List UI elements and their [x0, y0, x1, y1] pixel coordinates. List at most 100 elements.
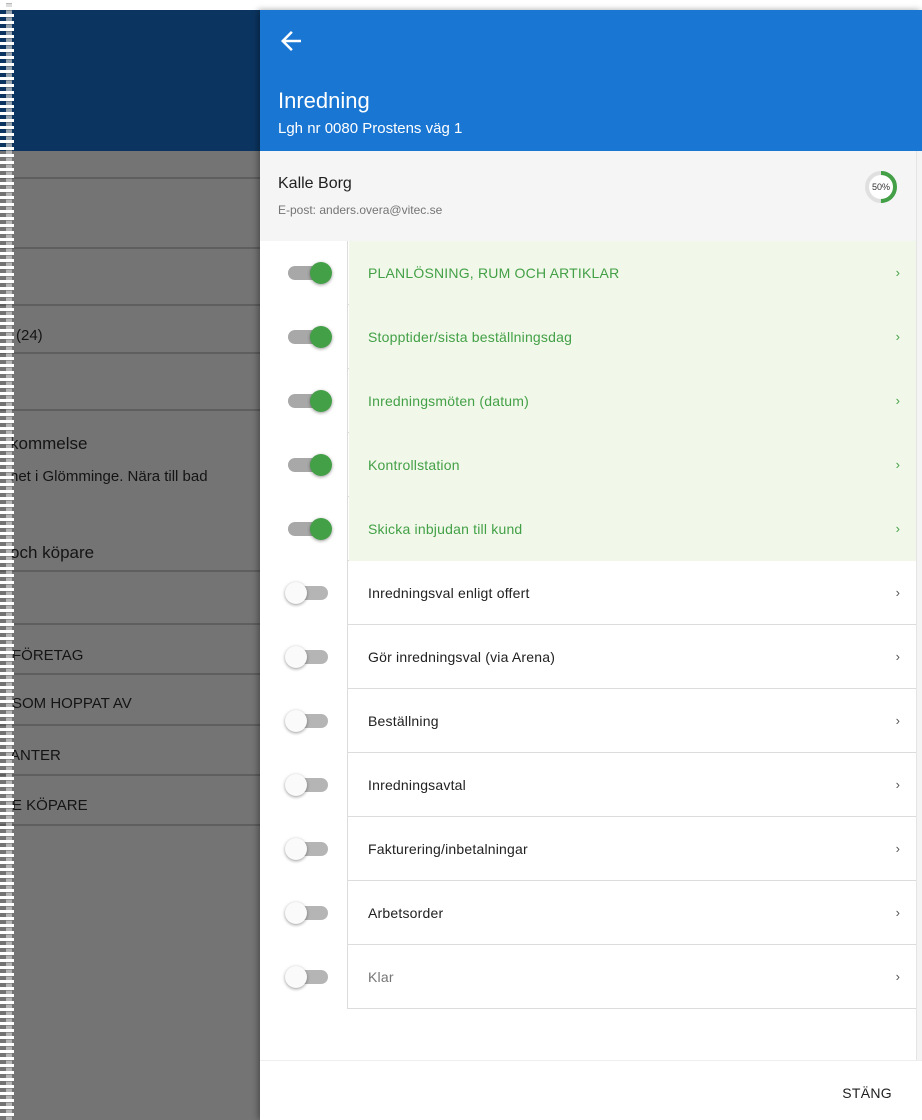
step-content[interactable]: Inredningsmöten (datum) › — [349, 369, 916, 433]
step-toggle-cell — [260, 305, 348, 369]
chevron-right-icon: › — [895, 457, 900, 472]
step-content[interactable]: Skicka inbjudan till kund › — [349, 497, 916, 561]
background-row: SOM HOPPAT AV — [12, 695, 132, 712]
step-content[interactable]: Klar › — [349, 945, 916, 1009]
background-divider — [0, 247, 260, 249]
close-button[interactable]: STÄNG — [842, 1085, 892, 1101]
step-list: PLANLÖSNING, RUM OCH ARTIKLAR › Stopptider… — [260, 241, 916, 1009]
step-row[interactable]: Inredningsavtal › — [260, 753, 916, 817]
toggle-thumb — [285, 966, 307, 988]
customer-name: Kalle Borg — [278, 175, 352, 192]
background-divider — [0, 623, 260, 625]
toggle-thumb — [310, 326, 332, 348]
step-label: Inredningsavtal — [368, 777, 466, 793]
step-toggle-cell — [260, 561, 348, 625]
step-label: Beställning — [368, 713, 439, 729]
step-row[interactable]: Stopptider/sista beställningsdag › — [260, 305, 916, 369]
step-row[interactable]: PLANLÖSNING, RUM OCH ARTIKLAR › — [260, 241, 916, 305]
step-toggle[interactable] — [285, 774, 328, 796]
customer-card: Kalle Borg E-post: anders.overa@vitec.se… — [260, 151, 916, 241]
background-header — [0, 10, 260, 151]
step-row[interactable]: Arbetsorder › — [260, 881, 916, 945]
panel-header: Inredning Lgh nr 0080 Prostens väg 1 — [260, 10, 922, 151]
arrow-left-icon — [281, 31, 301, 51]
scrollbar[interactable] — [916, 151, 922, 1061]
step-toggle[interactable] — [288, 390, 332, 412]
chevron-right-icon: › — [895, 393, 900, 408]
step-row[interactable]: Inredningsval enligt offert › — [260, 561, 916, 625]
background-divider — [0, 724, 260, 726]
back-button[interactable] — [276, 26, 306, 56]
background-divider — [0, 824, 260, 826]
step-toggle-cell — [260, 497, 348, 561]
step-content[interactable]: Fakturering/inbetalningar › — [349, 817, 916, 881]
chevron-right-icon: › — [895, 585, 900, 600]
chevron-right-icon: › — [895, 649, 900, 664]
step-label: Klar — [368, 969, 394, 985]
background-divider — [0, 304, 260, 306]
step-toggle[interactable] — [288, 454, 332, 476]
toggle-thumb — [285, 646, 307, 668]
chevron-right-icon: › — [895, 905, 900, 920]
step-toggle[interactable] — [285, 838, 328, 860]
step-content[interactable]: Gör inredningsval (via Arena) › — [349, 625, 916, 689]
step-row[interactable]: Fakturering/inbetalningar › — [260, 817, 916, 881]
torn-edge — [0, 0, 14, 1120]
chevron-right-icon: › — [895, 265, 900, 280]
step-row[interactable]: Skicka inbjudan till kund › — [260, 497, 916, 561]
step-toggle-cell — [260, 625, 348, 689]
step-toggle[interactable] — [288, 262, 332, 284]
step-label: Inredningsmöten (datum) — [368, 393, 530, 409]
step-content[interactable]: Kontrollstation › — [349, 433, 916, 497]
background-divider — [0, 673, 260, 675]
step-content[interactable]: Inredningsavtal › — [349, 753, 916, 817]
step-toggle-cell — [260, 433, 348, 497]
step-row[interactable]: Kontrollstation › — [260, 433, 916, 497]
step-label: Stopptider/sista beställningsdag — [368, 329, 573, 345]
toggle-thumb — [310, 518, 332, 540]
step-toggle[interactable] — [288, 326, 332, 348]
background-divider — [0, 352, 260, 354]
toggle-thumb — [285, 838, 307, 860]
step-toggle[interactable] — [285, 646, 328, 668]
step-toggle[interactable] — [285, 582, 328, 604]
panel-footer: STÄNG — [260, 1060, 922, 1120]
step-content[interactable]: Inredningsval enligt offert › — [349, 561, 916, 625]
step-content[interactable]: Stopptider/sista beställningsdag › — [349, 305, 916, 369]
step-toggle-cell — [260, 945, 348, 1009]
inredning-panel: Inredning Lgh nr 0080 Prostens väg 1 Kal… — [260, 10, 922, 1120]
step-label: Gör inredningsval (via Arena) — [368, 649, 556, 665]
step-row[interactable]: Inredningsmöten (datum) › — [260, 369, 916, 433]
step-label: Kontrollstation — [368, 457, 460, 473]
toggle-thumb — [285, 710, 307, 732]
step-label: Skicka inbjudan till kund — [368, 521, 523, 537]
chevron-right-icon: › — [895, 713, 900, 728]
step-toggle[interactable] — [285, 966, 328, 988]
step-toggle-cell — [260, 369, 348, 433]
step-toggle[interactable] — [285, 902, 328, 924]
step-row[interactable]: Gör inredningsval (via Arena) › — [260, 625, 916, 689]
background-divider — [0, 774, 260, 776]
step-row[interactable]: Beställning › — [260, 689, 916, 753]
customer-email: E-post: anders.overa@vitec.se — [278, 203, 443, 217]
chevron-right-icon: › — [895, 969, 900, 984]
step-content[interactable]: Beställning › — [349, 689, 916, 753]
toggle-thumb — [310, 390, 332, 412]
chevron-right-icon: › — [895, 841, 900, 856]
toggle-thumb — [285, 902, 307, 924]
background-app: (24) kommelse net i Glömminge. Nära till… — [0, 10, 260, 1120]
page-title: Inredning — [278, 88, 370, 113]
chevron-right-icon: › — [895, 777, 900, 792]
step-content[interactable]: Arbetsorder › — [349, 881, 916, 945]
chevron-right-icon: › — [895, 329, 900, 344]
background-divider — [0, 177, 260, 179]
step-toggle[interactable] — [285, 710, 328, 732]
page-subtitle: Lgh nr 0080 Prostens väg 1 — [278, 120, 463, 137]
step-toggle[interactable] — [288, 518, 332, 540]
step-row[interactable]: Klar › — [260, 945, 916, 1009]
step-label: Fakturering/inbetalningar — [368, 841, 528, 857]
toggle-thumb — [310, 454, 332, 476]
step-toggle-cell — [260, 753, 348, 817]
progress-label: 50% — [871, 182, 890, 192]
step-content[interactable]: PLANLÖSNING, RUM OCH ARTIKLAR › — [349, 241, 916, 305]
